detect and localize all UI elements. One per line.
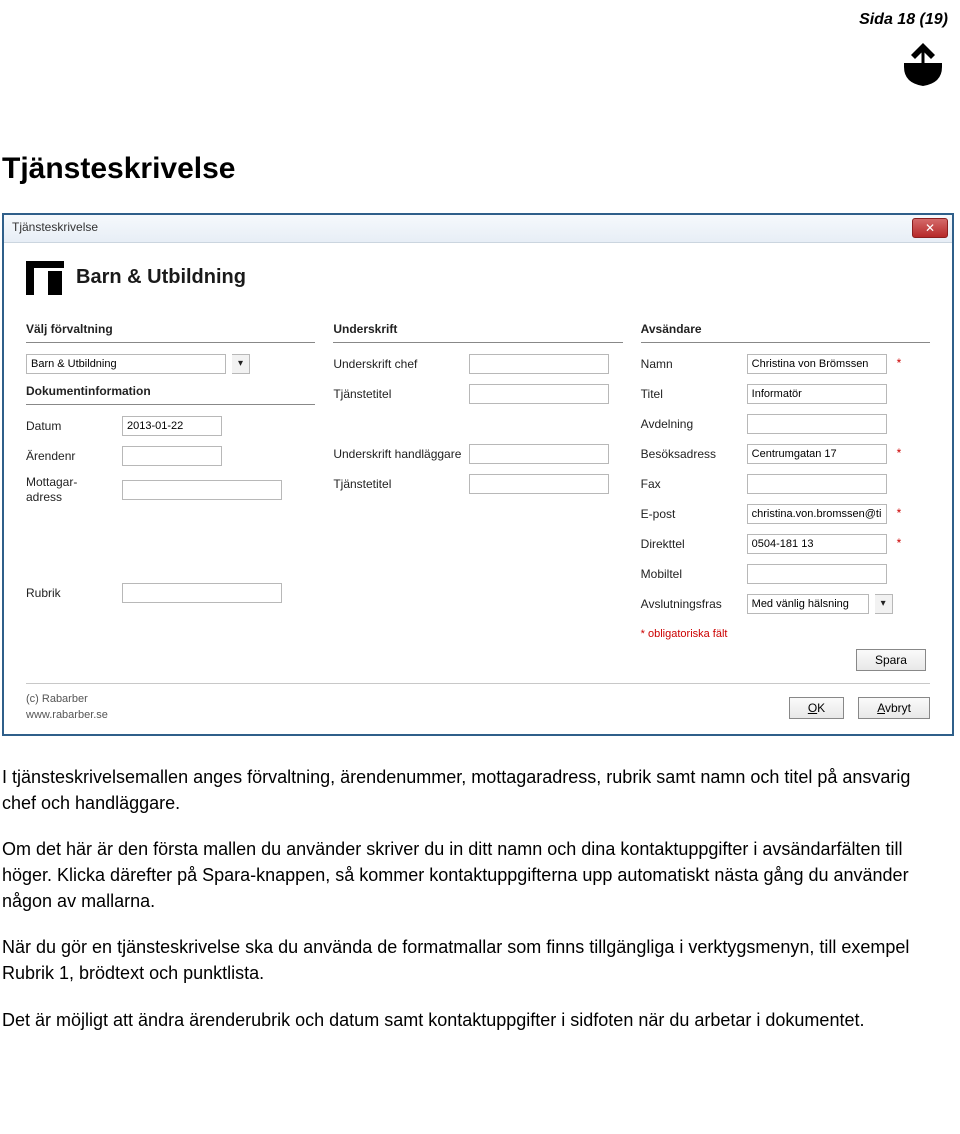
mottagaradress-label: Mottagar- adress [26,475,116,504]
titel-input[interactable] [747,384,887,404]
footer-credit: (c) Rabarber www.rabarber.se [26,692,108,724]
section-dokumentinformation: Dokumentinformation [26,383,315,405]
underskrift-chef-label: Underskrift chef [333,357,463,371]
brand-title: Barn & Utbildning [76,263,246,292]
paragraph: I tjänsteskrivelsemallen anges förvaltni… [2,764,920,816]
namn-label: Namn [641,357,741,371]
window-title: Tjänsteskrivelse [12,219,98,236]
underskrift-chef-input[interactable] [469,354,609,374]
column-avsandare: Avsändare Namn * Titel Avdelning Besöksa… [641,315,930,671]
besoksadress-label: Besöksadress [641,447,741,461]
avdelning-label: Avdelning [641,417,741,431]
tjanstetitel2-input[interactable] [469,474,609,494]
mobiltel-input[interactable] [747,564,887,584]
avbryt-button[interactable]: Avbryt [858,697,930,719]
paragraph: Om det här är den första mallen du använ… [2,836,920,914]
municipality-shield-icon [902,39,944,87]
required-note: * obligatoriska fält [641,627,930,643]
underskrift-handlaggare-label: Underskrift handläggare [333,447,463,461]
required-indicator: * [897,355,905,372]
required-indicator: * [897,535,905,552]
tjanstetitel1-label: Tjänstetitel [333,387,463,401]
arendenr-input[interactable] [122,446,222,466]
close-button[interactable]: ✕ [912,218,948,238]
required-indicator: * [897,505,905,522]
paragraph: Det är möjligt att ändra ärenderubrik oc… [2,1007,920,1033]
epost-label: E-post [641,507,741,521]
namn-input[interactable] [747,354,887,374]
ok-button[interactable]: OK [789,697,844,719]
column-forvaltning: Välj förvaltning ▾ Dokumentinformation D… [26,315,315,671]
arendenr-label: Ärendenr [26,449,116,463]
body-text: I tjänsteskrivelsemallen anges förvaltni… [2,764,920,1033]
section-valj-forvaltning: Välj förvaltning [26,321,315,343]
avdelning-input[interactable] [747,414,887,434]
paragraph: När du gör en tjänsteskrivelse ska du an… [2,934,920,986]
underskrift-handlaggare-input[interactable] [469,444,609,464]
section-avsandare: Avsändare [641,321,930,343]
brand-logo-icon [26,261,64,295]
fax-label: Fax [641,477,741,491]
document-heading: Tjänsteskrivelse [2,147,960,191]
chevron-down-icon[interactable]: ▾ [875,594,893,614]
mobiltel-label: Mobiltel [641,567,741,581]
besoksadress-input[interactable] [747,444,887,464]
rubrik-input[interactable] [122,583,282,603]
section-underskrift: Underskrift [333,321,622,343]
direkttel-label: Direkttel [641,537,741,551]
required-indicator: * [897,445,905,462]
window-titlebar: Tjänsteskrivelse ✕ [4,215,952,243]
datum-label: Datum [26,419,116,433]
tjanstetitel2-label: Tjänstetitel [333,477,463,491]
datum-input[interactable] [122,416,222,436]
avslutningsfras-label: Avslutningsfras [641,597,741,611]
avslutningsfras-select[interactable] [747,594,869,614]
rubrik-label: Rubrik [26,586,116,600]
credit-line2: www.rabarber.se [26,708,108,724]
dialog-screenshot: Tjänsteskrivelse ✕ Barn & Utbildning Väl… [2,213,954,736]
spara-button[interactable]: Spara [856,649,926,671]
column-underskrift: Underskrift Underskrift chef Tjänstetite… [333,315,622,671]
page-number: Sida 18 (19) [0,0,960,31]
fax-input[interactable] [747,474,887,494]
tjanstetitel1-input[interactable] [469,384,609,404]
titel-label: Titel [641,387,741,401]
forvaltning-select[interactable] [26,354,226,374]
credit-line1: (c) Rabarber [26,692,108,708]
mottagaradress-input[interactable] [122,480,282,500]
chevron-down-icon[interactable]: ▾ [232,354,250,374]
epost-input[interactable] [747,504,887,524]
direkttel-input[interactable] [747,534,887,554]
